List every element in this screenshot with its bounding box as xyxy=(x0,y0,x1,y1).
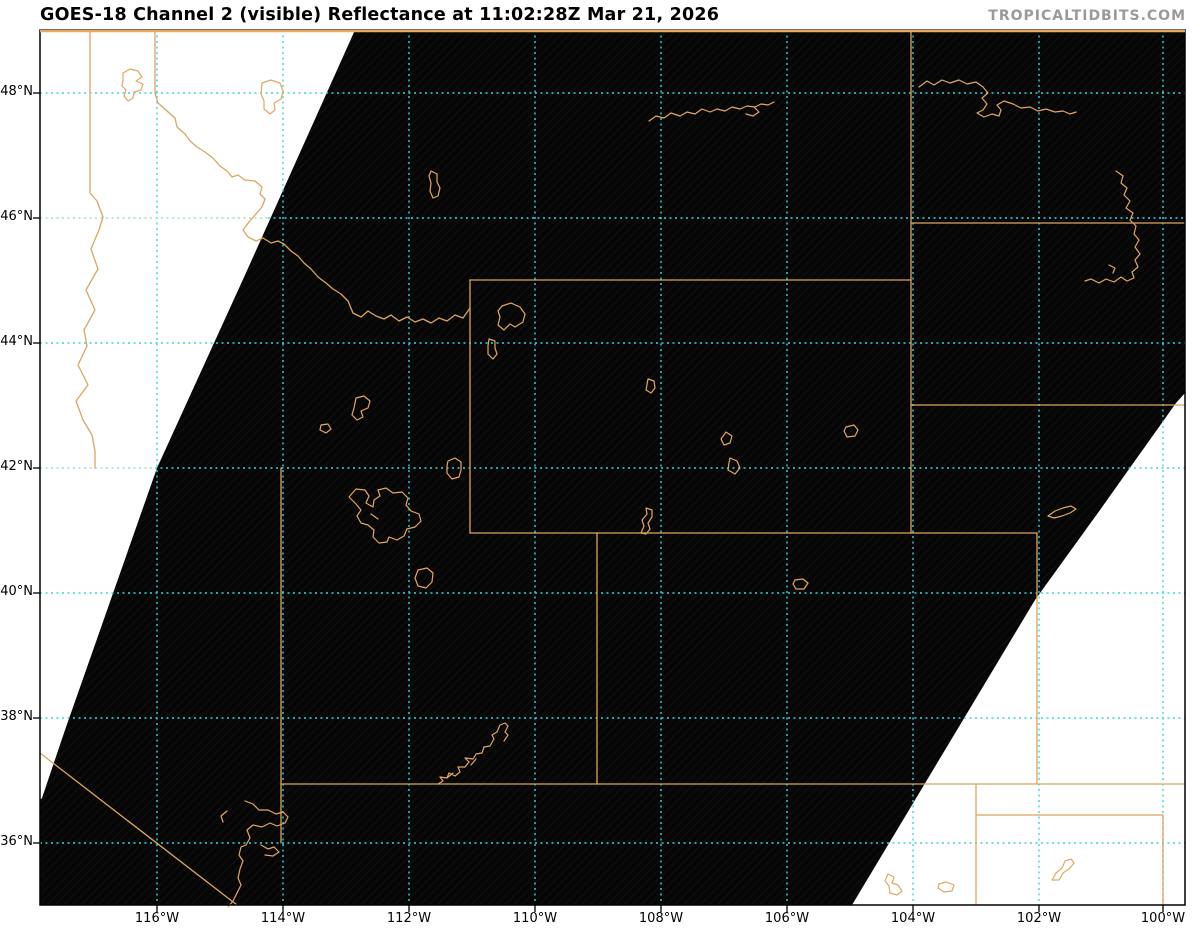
satellite-map-canvas xyxy=(33,29,1186,912)
x-axis-tick-label: 102°W xyxy=(1016,911,1062,926)
y-axis-tick-label: 38°N xyxy=(0,709,33,724)
x-axis-tick-label: 108°W xyxy=(638,911,684,926)
y-axis-tick-label: 48°N xyxy=(0,84,33,99)
y-axis-tick-label: 40°N xyxy=(0,584,33,599)
x-axis-tick-label: 114°W xyxy=(260,911,306,926)
x-axis-tick-label: 116°W xyxy=(134,911,180,926)
x-axis-tick-label: 104°W xyxy=(890,911,936,926)
x-axis-tick-label: 110°W xyxy=(512,911,558,926)
x-axis-tick-label: 112°W xyxy=(386,911,432,926)
x-axis-tick-label: 100°W xyxy=(1140,911,1186,926)
y-axis-tick-label: 42°N xyxy=(0,459,33,474)
satellite-image-page: GOES-18 Channel 2 (visible) Reflectance … xyxy=(0,0,1200,929)
y-axis-tick-label: 46°N xyxy=(0,209,33,224)
y-axis-tick-label: 36°N xyxy=(0,834,33,849)
y-axis-tick-label: 44°N xyxy=(0,334,33,349)
x-axis-tick-label: 106°W xyxy=(764,911,810,926)
